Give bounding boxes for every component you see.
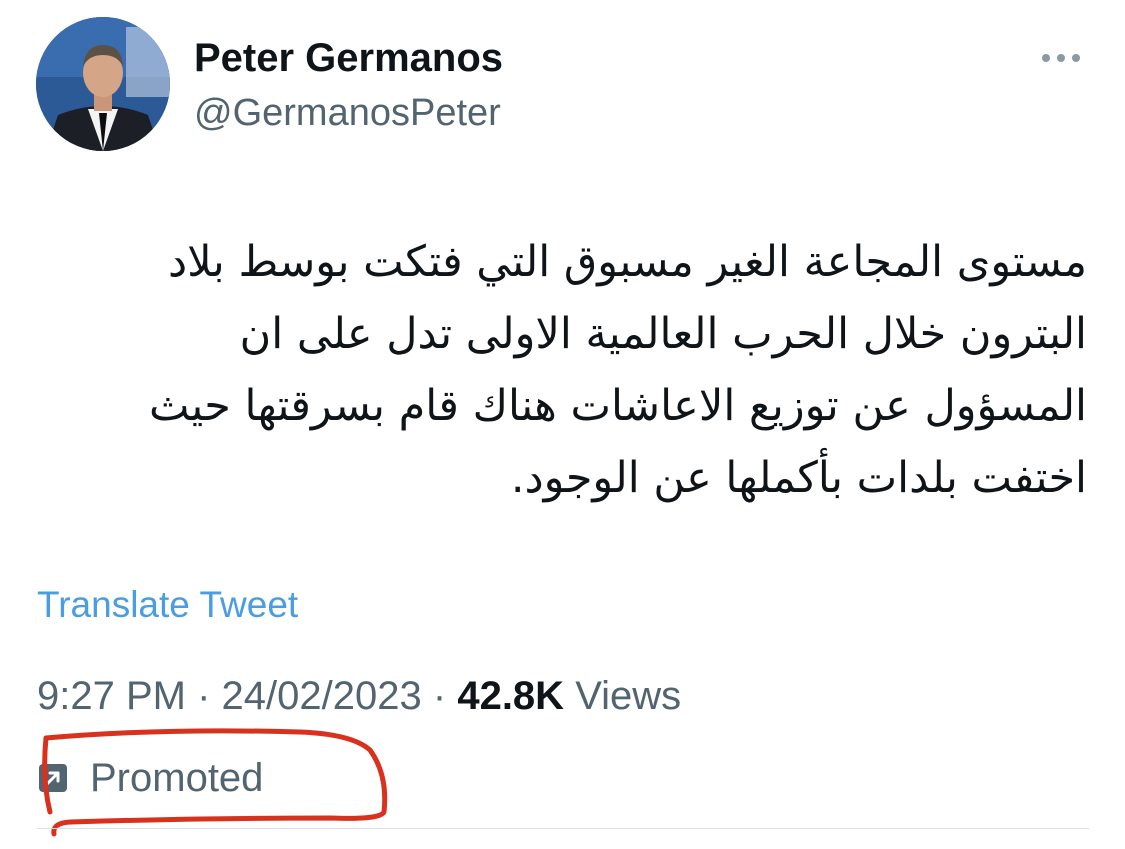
author-display-name[interactable]: Peter Germanos [194,36,503,81]
meta-separator: · [432,674,447,718]
tweet-date[interactable]: 24/02/2023 [222,674,422,718]
tweet-body: مستوى المجاعة الغير مسبوق التي فتكت بوسط… [37,226,1087,514]
avatar[interactable] [36,17,170,151]
promoted-arrow-icon [38,763,68,793]
divider [37,828,1089,829]
views-label: Views [575,674,682,718]
views-count[interactable]: 42.8K [457,674,564,718]
tweet-text-line: اختفت بلدات بأكملها عن الوجود. [510,453,1087,503]
profile-photo-image [36,17,170,151]
promoted-label: Promoted [90,755,264,800]
promoted-indicator: Promoted [38,754,263,802]
tweet-text-line: البترون خلال الحرب العالمية الاولى تدل ع… [239,309,1087,359]
author-handle[interactable]: @GermanosPeter [194,92,501,135]
tweet-text-line: المسؤول عن توزيع الاعاشات هناك قام بسرقت… [149,381,1087,431]
tweet-text-line: مستوى المجاعة الغير مسبوق التي فتكت بوسط… [168,237,1087,287]
translate-tweet-link[interactable]: Translate Tweet [37,584,298,626]
tweet-meta: 9:27 PM · 24/02/2023 · 42.8K Views [37,674,681,719]
more-options-icon[interactable] [1036,44,1086,72]
tweet-time[interactable]: 9:27 PM [37,674,186,718]
meta-separator: · [197,674,211,718]
